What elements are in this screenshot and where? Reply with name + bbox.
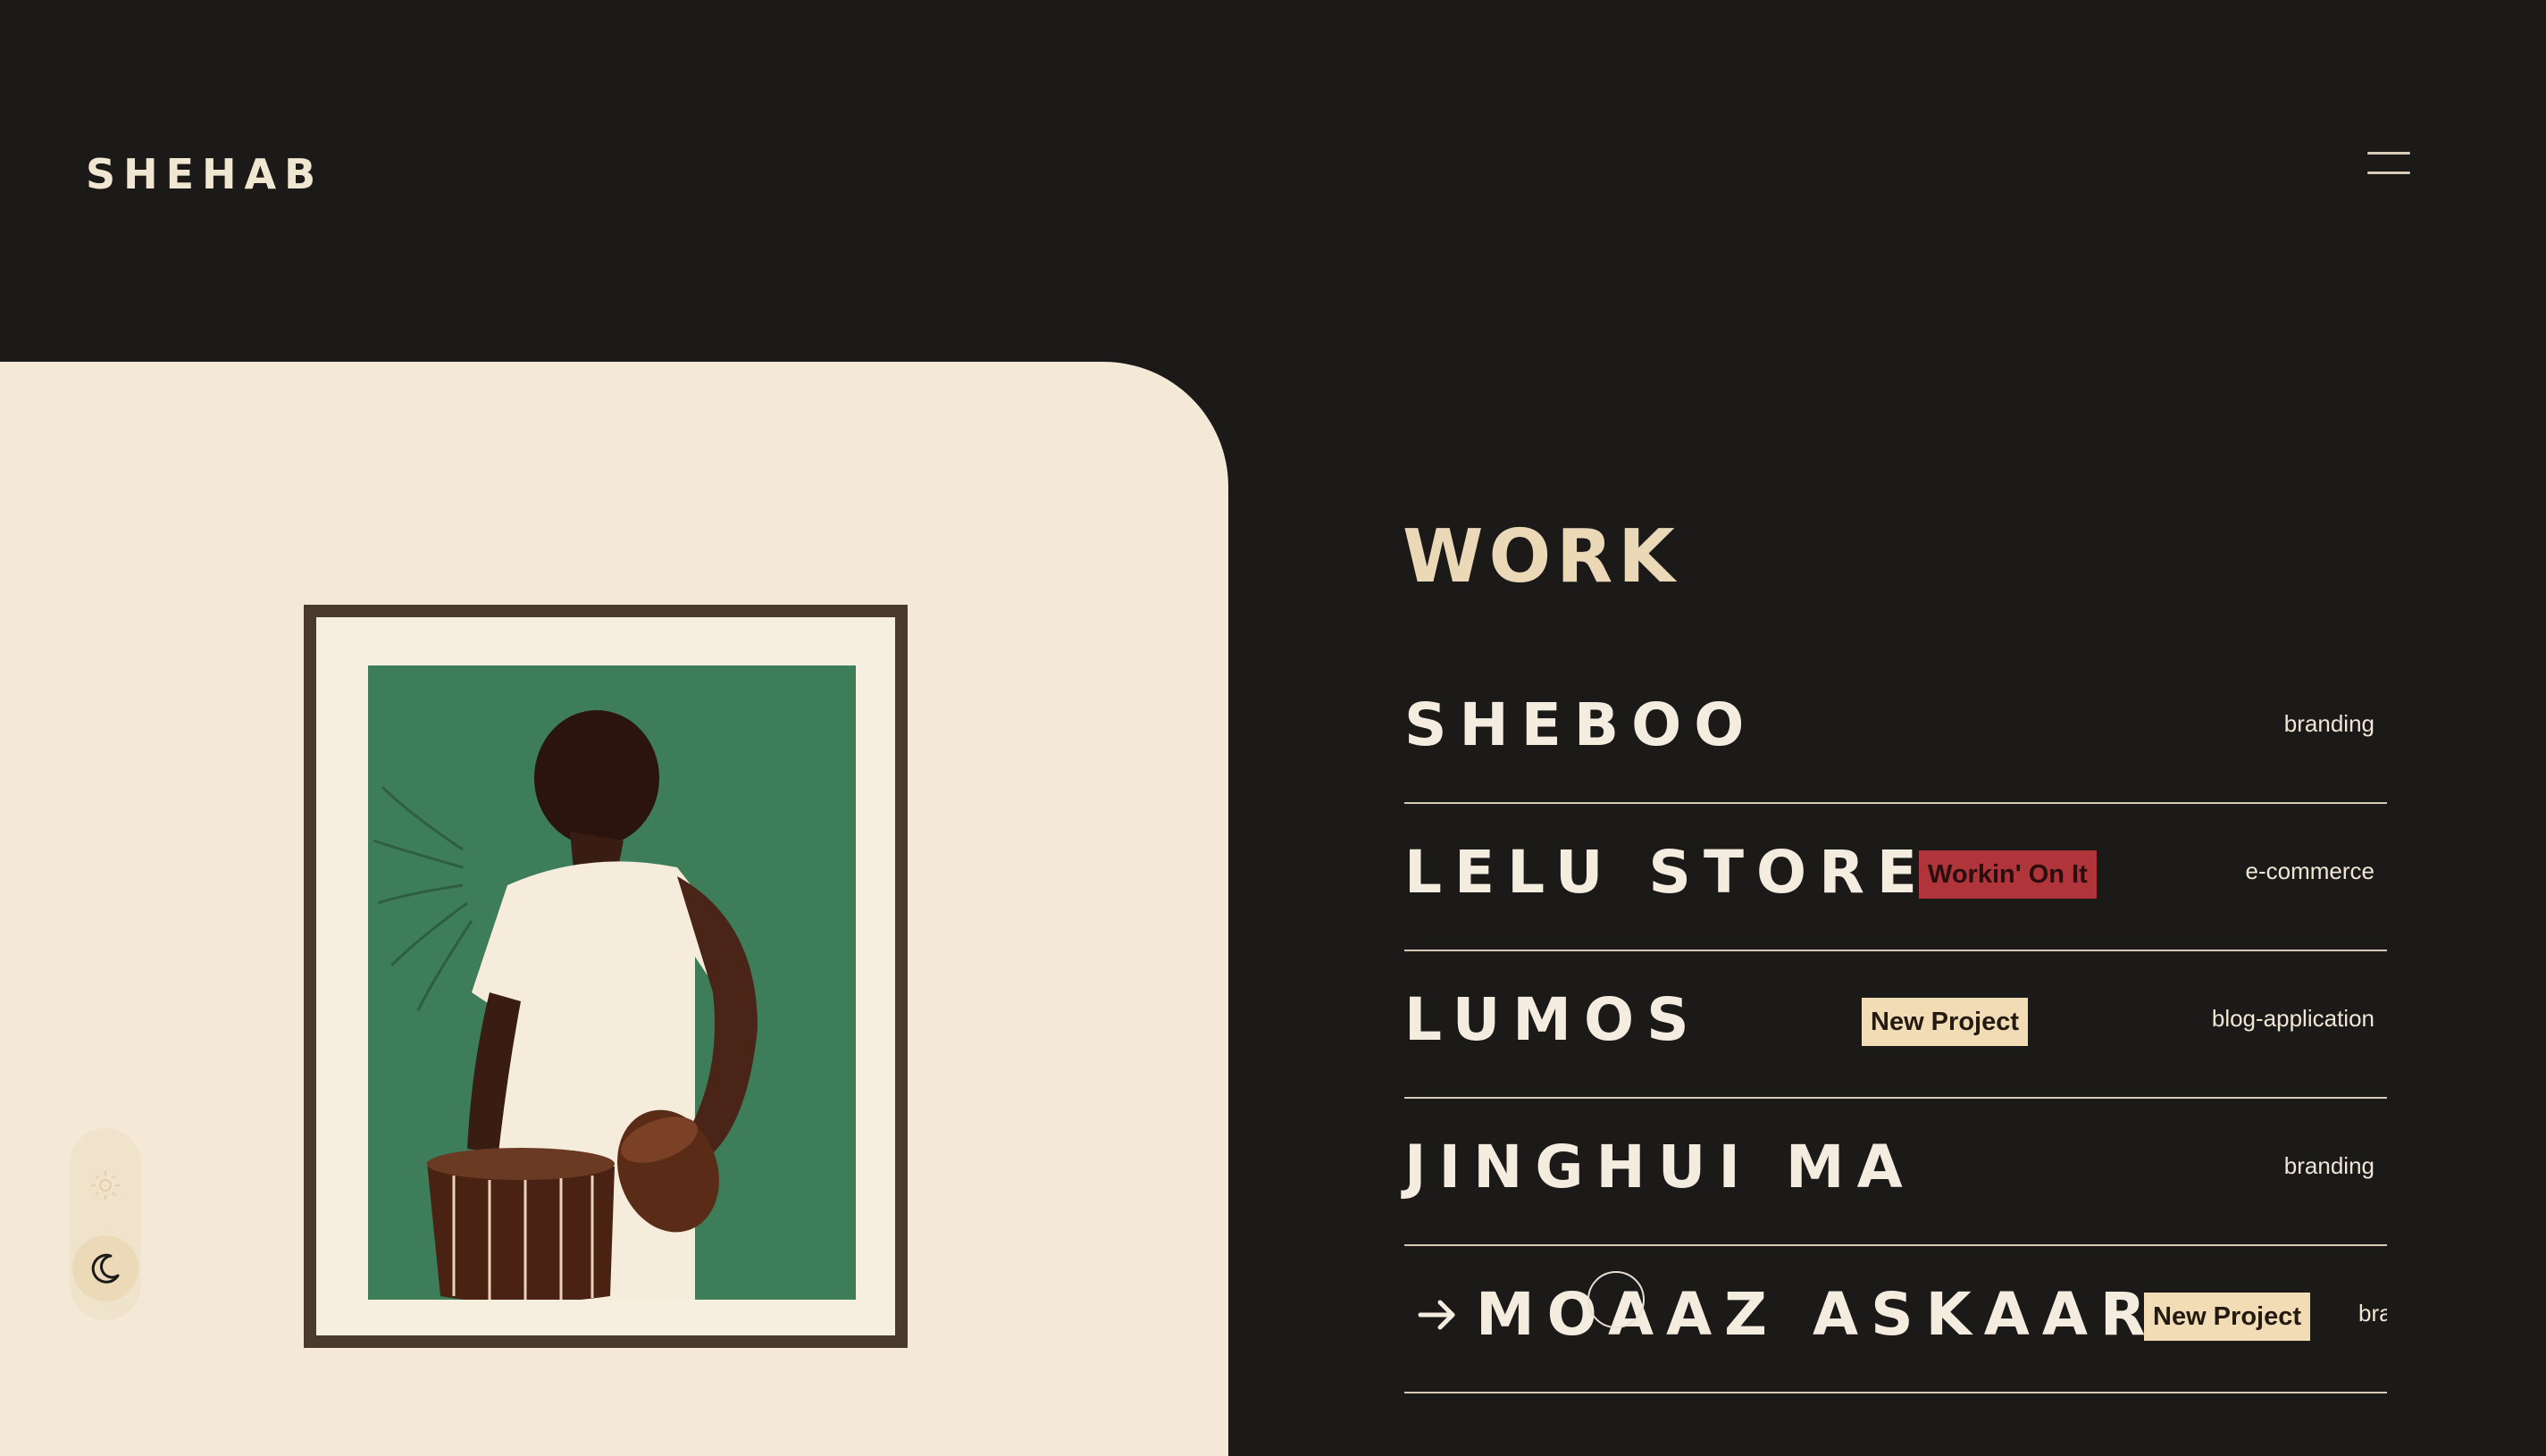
moon-icon — [91, 1253, 120, 1284]
status-badge: New Project — [2144, 1293, 2310, 1341]
project-category: branding — [2283, 1152, 2374, 1179]
project-item-sheboo[interactable]: SHEBOO branding — [1404, 657, 2387, 804]
project-category: blog-application — [2211, 1005, 2374, 1032]
artwork-frame — [304, 605, 908, 1348]
status-badge: Workin' On It — [1919, 850, 2097, 899]
project-item-jinghui-ma[interactable]: JINGHUI MA branding — [1404, 1099, 2387, 1246]
project-name: LUMOS — [1404, 985, 1702, 1054]
hamburger-icon — [2367, 152, 2410, 155]
hamburger-icon-bar — [2367, 172, 2410, 174]
project-category: bra — [2358, 1300, 2387, 1326]
dark-mode-button[interactable] — [72, 1235, 138, 1301]
theme-switch[interactable] — [70, 1128, 141, 1320]
artwork-panel — [0, 362, 1228, 1456]
divider — [1404, 1392, 2387, 1393]
project-name: MOAAZ ASKAAR — [1476, 1280, 2158, 1349]
work-title: WORK — [1403, 515, 1680, 599]
logo[interactable]: SHEHAB — [86, 150, 323, 198]
project-name: JINGHUI MA — [1404, 1133, 1915, 1201]
project-item-moaaz-askaar[interactable]: MOAAZ ASKAAR New Project bra — [1404, 1246, 2387, 1393]
menu-button[interactable] — [2367, 150, 2414, 177]
project-item-lelu-store[interactable]: LELU STORE Workin' On It e-commerce — [1404, 804, 2387, 951]
project-name: SHEBOO — [1404, 690, 1757, 759]
drum-top — [427, 1148, 615, 1180]
sun-icon[interactable] — [88, 1167, 123, 1203]
project-name: LELU STORE — [1404, 838, 1930, 907]
status-badge: New Project — [1862, 998, 2028, 1046]
cursor-ring — [1587, 1271, 1645, 1328]
project-item-lumos[interactable]: LUMOS New Project blog-application — [1404, 951, 2387, 1099]
drummer-artwork — [368, 665, 856, 1300]
arrow-right-icon — [1418, 1300, 1455, 1330]
project-category: branding — [2283, 710, 2374, 737]
project-category: e-commerce — [2245, 858, 2374, 884]
head — [534, 710, 659, 846]
